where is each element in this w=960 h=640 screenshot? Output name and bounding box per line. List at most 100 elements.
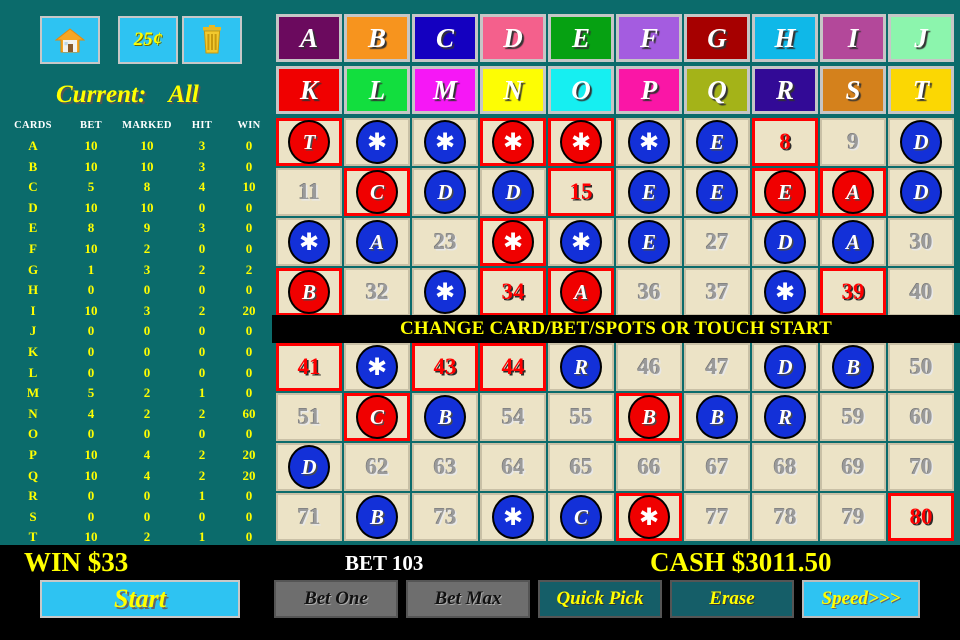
keno-cell-22[interactable]: A [344, 218, 410, 266]
table-row[interactable]: C 5 8 4 10 [0, 177, 272, 198]
table-row[interactable]: O 0 0 0 0 [0, 424, 272, 445]
keno-cell-47[interactable]: 47 [684, 343, 750, 391]
keno-cell-15[interactable]: 15 [548, 168, 614, 216]
table-row[interactable]: H 0 0 0 0 [0, 280, 272, 301]
keno-cell-4[interactable]: ✱ [480, 118, 546, 166]
card-button-t[interactable]: T [888, 66, 954, 114]
keno-cell-42[interactable]: ✱ [344, 343, 410, 391]
keno-cell-34[interactable]: 34 [480, 268, 546, 316]
table-row[interactable]: N 4 2 2 60 [0, 404, 272, 425]
keno-cell-16[interactable]: E [616, 168, 682, 216]
keno-cell-58[interactable]: R [752, 393, 818, 441]
keno-cell-60[interactable]: 60 [888, 393, 954, 441]
keno-cell-73[interactable]: 73 [412, 493, 478, 541]
keno-cell-67[interactable]: 67 [684, 443, 750, 491]
table-row[interactable]: E 8 9 3 0 [0, 218, 272, 239]
keno-cell-78[interactable]: 78 [752, 493, 818, 541]
keno-cell-46[interactable]: 46 [616, 343, 682, 391]
keno-cell-77[interactable]: 77 [684, 493, 750, 541]
keno-cell-26[interactable]: E [616, 218, 682, 266]
card-button-q[interactable]: Q [684, 66, 750, 114]
keno-cell-14[interactable]: D [480, 168, 546, 216]
keno-cell-5[interactable]: ✱ [548, 118, 614, 166]
bet-max-button[interactable]: Bet Max [406, 580, 530, 618]
card-button-c[interactable]: C [412, 14, 478, 62]
card-button-p[interactable]: P [616, 66, 682, 114]
table-row[interactable]: J 0 0 0 0 [0, 321, 272, 342]
trash-button[interactable] [182, 16, 242, 64]
keno-cell-51[interactable]: 51 [276, 393, 342, 441]
keno-cell-41[interactable]: 41 [276, 343, 342, 391]
table-row[interactable]: A 10 10 3 0 [0, 136, 272, 157]
keno-cell-30[interactable]: 30 [888, 218, 954, 266]
keno-cell-9[interactable]: 9 [820, 118, 886, 166]
keno-cell-63[interactable]: 63 [412, 443, 478, 491]
keno-cell-74[interactable]: ✱ [480, 493, 546, 541]
table-row[interactable]: M 5 2 1 0 [0, 383, 272, 404]
card-button-h[interactable]: H [752, 14, 818, 62]
keno-cell-59[interactable]: 59 [820, 393, 886, 441]
keno-cell-28[interactable]: D [752, 218, 818, 266]
keno-cell-68[interactable]: 68 [752, 443, 818, 491]
keno-cell-53[interactable]: B [412, 393, 478, 441]
table-row[interactable]: I 10 3 2 20 [0, 301, 272, 322]
table-row[interactable]: D 10 10 0 0 [0, 198, 272, 219]
table-row[interactable]: P 10 4 2 20 [0, 445, 272, 466]
keno-cell-7[interactable]: E [684, 118, 750, 166]
keno-cell-80[interactable]: 80 [888, 493, 954, 541]
denomination-button[interactable]: 25¢ [118, 16, 178, 64]
keno-cell-21[interactable]: ✱ [276, 218, 342, 266]
card-button-m[interactable]: M [412, 66, 478, 114]
table-row[interactable]: L 0 0 0 0 [0, 363, 272, 384]
card-button-o[interactable]: O [548, 66, 614, 114]
card-button-j[interactable]: J [888, 14, 954, 62]
table-row[interactable]: Q 10 4 2 20 [0, 466, 272, 487]
keno-cell-75[interactable]: C [548, 493, 614, 541]
card-button-r[interactable]: R [752, 66, 818, 114]
card-button-e[interactable]: E [548, 14, 614, 62]
keno-cell-48[interactable]: D [752, 343, 818, 391]
card-button-d[interactable]: D [480, 14, 546, 62]
table-row[interactable]: B 10 10 3 0 [0, 157, 272, 178]
keno-cell-55[interactable]: 55 [548, 393, 614, 441]
keno-cell-31[interactable]: B [276, 268, 342, 316]
keno-cell-23[interactable]: 23 [412, 218, 478, 266]
erase-button[interactable]: Erase [670, 580, 794, 618]
keno-cell-49[interactable]: B [820, 343, 886, 391]
keno-cell-57[interactable]: B [684, 393, 750, 441]
keno-cell-43[interactable]: 43 [412, 343, 478, 391]
card-button-n[interactable]: N [480, 66, 546, 114]
keno-cell-61[interactable]: D [276, 443, 342, 491]
bet-one-button[interactable]: Bet One [274, 580, 398, 618]
keno-cell-62[interactable]: 62 [344, 443, 410, 491]
speed-button[interactable]: Speed>>> [802, 580, 920, 618]
keno-cell-24[interactable]: ✱ [480, 218, 546, 266]
keno-cell-54[interactable]: 54 [480, 393, 546, 441]
keno-cell-29[interactable]: A [820, 218, 886, 266]
keno-cell-35[interactable]: A [548, 268, 614, 316]
table-row[interactable]: G 1 3 2 2 [0, 260, 272, 281]
keno-cell-12[interactable]: C [344, 168, 410, 216]
card-button-l[interactable]: L [344, 66, 410, 114]
card-button-s[interactable]: S [820, 66, 886, 114]
keno-cell-18[interactable]: E [752, 168, 818, 216]
card-button-g[interactable]: G [684, 14, 750, 62]
keno-cell-71[interactable]: 71 [276, 493, 342, 541]
keno-cell-69[interactable]: 69 [820, 443, 886, 491]
keno-cell-2[interactable]: ✱ [344, 118, 410, 166]
keno-cell-64[interactable]: 64 [480, 443, 546, 491]
table-row[interactable]: K 0 0 0 0 [0, 342, 272, 363]
card-button-a[interactable]: A [276, 14, 342, 62]
keno-cell-3[interactable]: ✱ [412, 118, 478, 166]
home-button[interactable] [40, 16, 100, 64]
keno-cell-36[interactable]: 36 [616, 268, 682, 316]
card-button-k[interactable]: K [276, 66, 342, 114]
quick-pick-button[interactable]: Quick Pick [538, 580, 662, 618]
keno-cell-38[interactable]: ✱ [752, 268, 818, 316]
keno-cell-39[interactable]: 39 [820, 268, 886, 316]
keno-cell-8[interactable]: 8 [752, 118, 818, 166]
keno-cell-50[interactable]: 50 [888, 343, 954, 391]
keno-cell-19[interactable]: A [820, 168, 886, 216]
start-button[interactable]: Start [40, 580, 240, 618]
keno-cell-52[interactable]: C [344, 393, 410, 441]
